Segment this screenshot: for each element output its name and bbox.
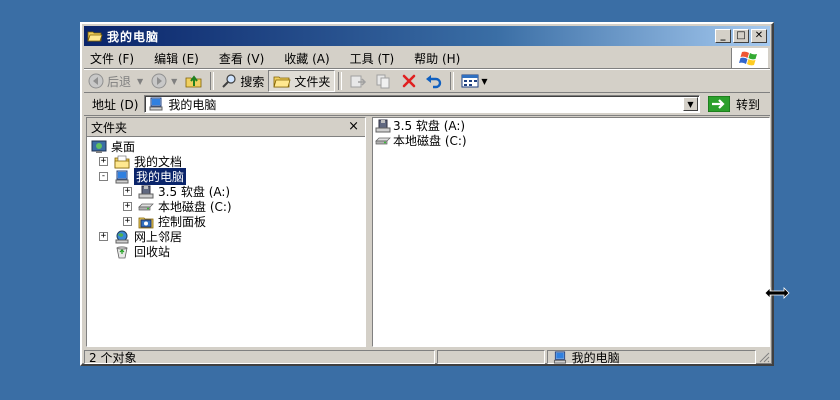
undo-button[interactable] <box>421 71 447 91</box>
title-bar[interactable]: 我的电脑 _ □ ✕ <box>84 26 770 46</box>
address-input[interactable]: 我的电脑 ▼ <box>144 95 700 113</box>
tree-item-network[interactable]: + 网上邻居 <box>87 229 365 244</box>
delete-x-icon <box>403 74 416 88</box>
search-label: 搜索 <box>240 74 265 89</box>
copy-to-button[interactable] <box>371 71 397 91</box>
status-location: 我的电脑 <box>546 350 757 365</box>
file-item-label: 本地磁盘 (C:) <box>393 134 467 148</box>
recycle-bin-icon <box>116 245 128 258</box>
tree-expander[interactable]: + <box>123 217 132 226</box>
address-dropdown-button[interactable]: ▼ <box>682 97 698 111</box>
views-dropdown-icon: ▼ <box>481 76 488 86</box>
floppy-icon <box>138 185 154 198</box>
go-label: 转到 <box>735 97 760 112</box>
folders-pane-header: 文件夹 × <box>87 118 365 137</box>
folders-button[interactable]: 文件夹 <box>268 70 336 92</box>
folder-icon <box>273 76 291 88</box>
folder-open-icon <box>87 31 103 42</box>
hard-disk-icon <box>138 203 154 210</box>
tree-expander[interactable]: - <box>99 172 108 181</box>
windows-logo-icon <box>731 48 768 68</box>
tree-item-floppy[interactable]: + 3.5 软盘 (A:) <box>87 184 365 199</box>
tree-expander[interactable]: + <box>99 232 108 241</box>
forward-button[interactable]: ▼ <box>147 71 181 91</box>
back-label: 后退 <box>107 74 132 89</box>
control-panel-icon <box>138 217 154 228</box>
address-value: 我的电脑 <box>168 97 217 112</box>
content-pane[interactable]: 3.5 软盘 (A:) 本地磁盘 (C:) <box>372 117 770 347</box>
tree-expander[interactable]: + <box>123 202 132 211</box>
status-object-count: 2 个对象 <box>84 350 435 365</box>
close-button[interactable]: ✕ <box>751 29 767 43</box>
back-dropdown-icon[interactable]: ▼ <box>137 77 143 86</box>
tree-expander[interactable]: + <box>99 157 108 166</box>
status-bar: 2 个对象 我的电脑 <box>84 349 770 365</box>
tree-item-label: 桌面 <box>111 140 136 154</box>
tree-item-my-computer[interactable]: - 我的电脑 <box>87 168 365 185</box>
copy-to-icon <box>376 74 390 89</box>
search-button[interactable]: 搜索 <box>217 71 268 91</box>
horizontal-resize-cursor-icon <box>764 287 790 299</box>
go-arrow-icon <box>707 96 730 112</box>
status-count-text: 2 个对象 <box>89 350 137 365</box>
menu-edit[interactable]: 编辑 (E) <box>144 50 209 67</box>
forward-arrow-icon <box>151 73 167 89</box>
tree-item-recycle-bin[interactable]: 回收站 <box>87 244 365 259</box>
maximize-button[interactable]: □ <box>733 29 749 43</box>
menu-view[interactable]: 查看 (V) <box>209 50 274 67</box>
my-computer-icon <box>149 97 163 111</box>
menu-favorites[interactable]: 收藏 (A) <box>274 50 339 67</box>
toolbar-separator <box>210 72 215 90</box>
move-to-button[interactable] <box>345 71 371 91</box>
toolbar-separator <box>338 72 343 90</box>
desktop-icon <box>91 140 107 153</box>
address-label: 地址 (D) <box>92 97 139 112</box>
folders-label: 文件夹 <box>294 74 331 89</box>
window-title: 我的电脑 <box>107 29 160 44</box>
explorer-window: 我的电脑 _ □ ✕ 文件 (F) 编辑 (E) 查看 (V) 收藏 (A) 工… <box>80 22 774 366</box>
back-arrow-icon <box>88 73 104 89</box>
tree-expander[interactable]: + <box>123 187 132 196</box>
my-documents-icon <box>114 155 130 168</box>
hard-disk-icon <box>375 137 391 144</box>
menu-tools[interactable]: 工具 (T) <box>340 50 405 67</box>
tree-item-label: 回收站 <box>134 245 171 259</box>
my-computer-icon <box>553 350 566 364</box>
standard-toolbar: 后退 ▼ ▼ 搜索 文件夹 ▼ <box>84 69 770 93</box>
menu-help[interactable]: 帮助 (H) <box>404 50 470 67</box>
search-icon <box>222 74 236 88</box>
floppy-icon <box>375 119 391 132</box>
views-button[interactable]: ▼ <box>457 71 491 91</box>
folder-tree: 桌面 + 我的文档 - 我的电脑 + 3.5 软盘 (A:) + 本地磁盘 (C… <box>87 137 365 259</box>
file-item-floppy[interactable]: 3.5 软盘 (A:) <box>373 118 769 133</box>
tree-item-my-documents[interactable]: + 我的文档 <box>87 154 365 169</box>
up-folder-icon <box>185 75 202 88</box>
status-empty-cell <box>436 350 545 364</box>
folders-pane: 文件夹 × 桌面 + 我的文档 - 我的电脑 + 3.5 软盘 (A:) + 本… <box>86 117 366 347</box>
minimize-button[interactable]: _ <box>715 29 731 43</box>
views-grid-icon <box>461 74 479 88</box>
status-location-text: 我的电脑 <box>571 350 620 365</box>
tree-item-control-panel[interactable]: + 控制面板 <box>87 214 365 229</box>
menu-bar: 文件 (F) 编辑 (E) 查看 (V) 收藏 (A) 工具 (T) 帮助 (H… <box>84 48 770 69</box>
forward-dropdown-icon[interactable]: ▼ <box>171 77 177 86</box>
move-to-icon <box>350 75 367 88</box>
network-icon <box>115 230 129 243</box>
tree-item-local-disk[interactable]: + 本地磁盘 (C:) <box>87 199 365 214</box>
folders-pane-title: 文件夹 <box>91 120 128 135</box>
go-button[interactable]: 转到 <box>700 96 770 113</box>
delete-button[interactable] <box>397 71 421 91</box>
undo-icon <box>426 75 442 89</box>
tree-item-desktop[interactable]: 桌面 <box>87 139 365 154</box>
file-item-local-disk[interactable]: 本地磁盘 (C:) <box>373 133 769 148</box>
resize-grip-icon[interactable] <box>758 351 770 363</box>
my-computer-icon <box>115 170 129 183</box>
back-button[interactable]: 后退 ▼ <box>84 71 147 91</box>
toolbar-separator <box>450 72 455 90</box>
menu-file[interactable]: 文件 (F) <box>84 50 144 67</box>
folders-pane-close-button[interactable]: × <box>348 119 359 134</box>
address-bar: 地址 (D) 我的电脑 ▼ 转到 <box>84 93 770 116</box>
up-folder-button[interactable] <box>181 71 207 91</box>
